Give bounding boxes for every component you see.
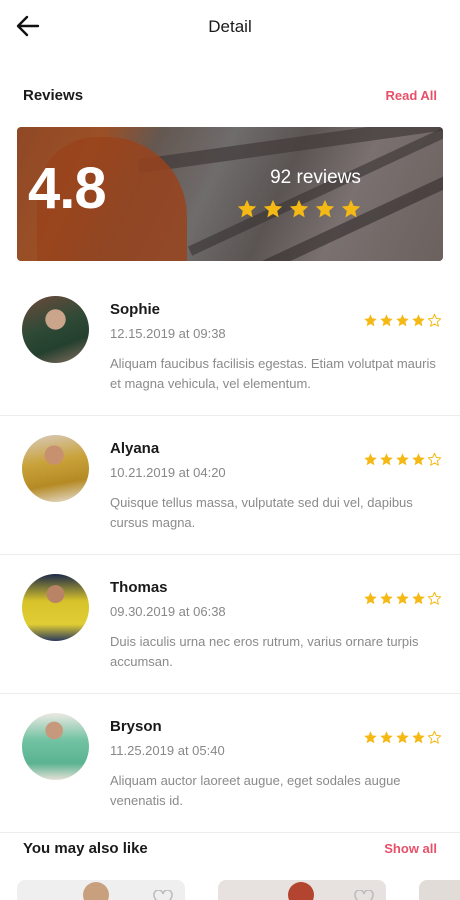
related-products bbox=[0, 880, 460, 900]
star-icon bbox=[380, 453, 393, 466]
review-item: Thomas 09.30.2019 at 06:38 Duis iaculis ur… bbox=[0, 555, 460, 694]
review-text: Aliquam auctor laoreet augue, eget sodal… bbox=[110, 773, 401, 808]
star-icon bbox=[412, 592, 425, 605]
avatar bbox=[22, 296, 89, 363]
star-icon bbox=[396, 314, 409, 327]
star-icon bbox=[364, 731, 377, 744]
star-icon bbox=[364, 314, 377, 327]
star-outline-icon bbox=[427, 313, 442, 327]
star-icon bbox=[341, 199, 361, 218]
reviewer-name: Sophie bbox=[110, 301, 161, 318]
related-header: You may also like Show all bbox=[23, 837, 437, 859]
star-outline-icon bbox=[427, 730, 442, 744]
review-item: Bryson 11.25.2019 at 05:40 Aliquam auctor … bbox=[0, 694, 460, 833]
star-outline-icon bbox=[427, 591, 442, 605]
review-text: Aliquam faucibus facilisis egestas. Etia… bbox=[110, 356, 436, 391]
related-title: You may also like bbox=[23, 839, 148, 857]
rating-summary-banner: 4.8 92 reviews bbox=[17, 127, 443, 261]
reviews-title: Reviews bbox=[23, 86, 84, 104]
review-date: 10.21.2019 at 04:20 bbox=[110, 465, 226, 480]
star-icon bbox=[263, 199, 283, 218]
star-icon bbox=[364, 592, 377, 605]
review-stars bbox=[363, 730, 442, 745]
reviewer-name: Alyana bbox=[110, 440, 160, 457]
show-all-link[interactable]: Show all bbox=[384, 841, 437, 856]
review-count: 92 reviews bbox=[270, 167, 361, 188]
star-icon bbox=[396, 731, 409, 744]
star-outline-icon bbox=[427, 452, 442, 466]
review-stars bbox=[363, 591, 442, 606]
avatar bbox=[22, 713, 89, 780]
product-card[interactable] bbox=[419, 880, 460, 900]
review-date: 11.25.2019 at 05:40 bbox=[110, 743, 225, 758]
star-icon bbox=[315, 199, 335, 218]
heart-icon[interactable] bbox=[354, 890, 374, 900]
reviewer-name: Bryson bbox=[110, 718, 162, 735]
star-icon bbox=[380, 314, 393, 327]
product-card[interactable] bbox=[17, 880, 185, 900]
star-icon bbox=[380, 592, 393, 605]
reviewer-name: Thomas bbox=[110, 579, 168, 596]
star-icon bbox=[289, 199, 309, 218]
product-image bbox=[83, 882, 109, 900]
product-card[interactable] bbox=[218, 880, 386, 900]
star-icon bbox=[380, 731, 393, 744]
review-date: 09.30.2019 at 06:38 bbox=[110, 604, 226, 619]
review-text: Quisque tellus massa, vulputate sed dui … bbox=[110, 495, 413, 530]
avatar bbox=[22, 435, 89, 502]
read-all-link[interactable]: Read All bbox=[385, 88, 437, 103]
review-date: 12.15.2019 at 09:38 bbox=[110, 326, 226, 341]
average-rating: 4.8 bbox=[28, 156, 107, 221]
review-text: Duis iaculis urna nec eros rutrum, variu… bbox=[110, 634, 419, 669]
review-item: Alyana 10.21.2019 at 04:20 Quisque tellus … bbox=[0, 416, 460, 555]
avatar bbox=[22, 574, 89, 641]
page-title: Detail bbox=[208, 17, 252, 36]
review-stars bbox=[363, 452, 442, 467]
heart-icon[interactable] bbox=[153, 890, 173, 900]
star-icon bbox=[237, 199, 257, 218]
star-icon bbox=[412, 453, 425, 466]
star-icon bbox=[364, 453, 377, 466]
star-icon bbox=[396, 453, 409, 466]
review-stars bbox=[363, 313, 442, 328]
top-bar: Detail bbox=[0, 0, 460, 56]
star-icon bbox=[396, 592, 409, 605]
reviews-header: Reviews Read All bbox=[23, 84, 437, 106]
review-item: Sophie 12.15.2019 at 09:38 Aliquam faucibu… bbox=[0, 277, 460, 416]
star-icon bbox=[412, 731, 425, 744]
product-image bbox=[288, 882, 314, 900]
summary-stars bbox=[236, 198, 362, 220]
star-icon bbox=[412, 314, 425, 327]
